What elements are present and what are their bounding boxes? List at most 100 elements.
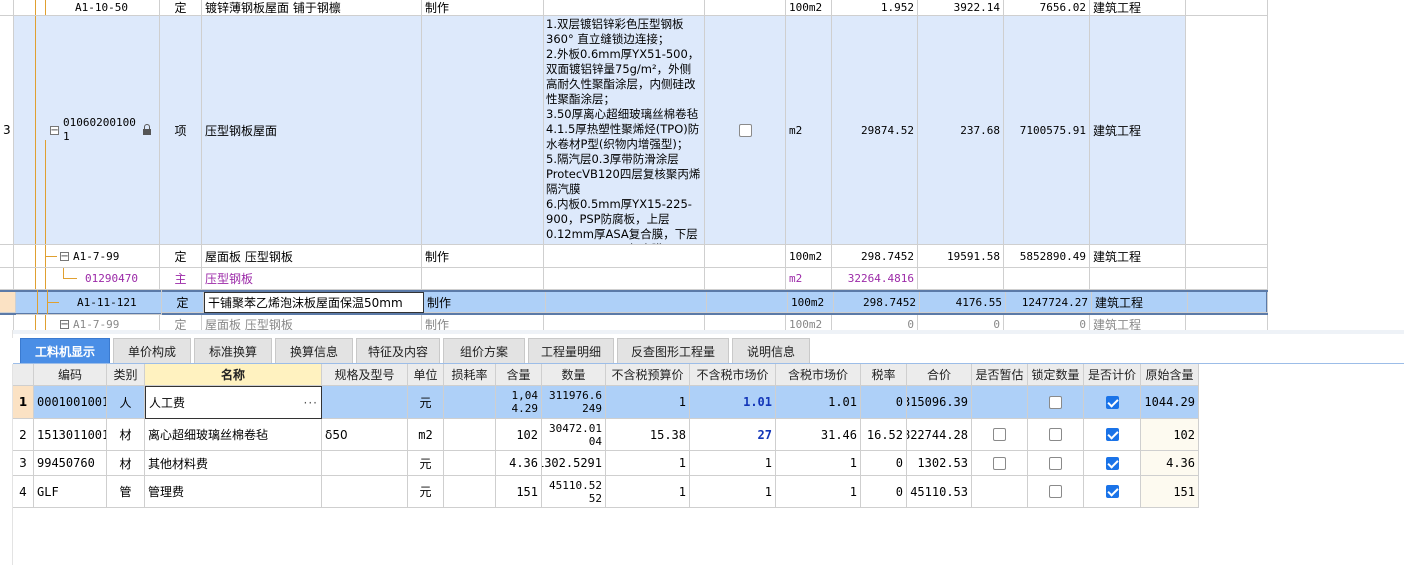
tab-standard-conversion[interactable]: 标准换算 — [194, 338, 272, 364]
tab-quantity-detail[interactable]: 工程量明细 — [528, 338, 614, 364]
feature-cell[interactable] — [422, 268, 544, 290]
spec-cell[interactable] — [322, 476, 408, 508]
spec-cell[interactable] — [322, 386, 408, 419]
name-edit-input[interactable]: 干铺聚苯乙烯泡沫板屋面保温50mm — [204, 292, 424, 313]
table-row-selected[interactable]: A1-11-121 定 干铺聚苯乙烯泡沫板屋面保温50mm 制作 100m2 2… — [0, 290, 1268, 315]
code-cell[interactable]: GLF — [34, 476, 107, 508]
header-market-price-tax[interactable]: 含税市场价 — [776, 364, 861, 386]
feature-cell[interactable]: 制作 — [422, 315, 544, 330]
loss-cell[interactable] — [444, 476, 496, 508]
tab-labor-material-machine[interactable]: 工料机显示 — [20, 338, 110, 364]
header-total[interactable]: 合价 — [907, 364, 972, 386]
qty-cell[interactable]: 29874.52 — [832, 16, 918, 245]
market-tax-cell[interactable]: 1 — [776, 451, 861, 476]
more-options-icon[interactable]: ··· — [304, 396, 318, 410]
qty-cell[interactable]: 1302.5291 — [542, 451, 606, 476]
code-cell[interactable]: − A1-7-99 — [14, 315, 160, 330]
lock-quantity-checkbox[interactable] — [1049, 395, 1062, 409]
content-cell[interactable]: 102 — [496, 419, 542, 451]
qty-cell[interactable]: 0 — [832, 315, 918, 330]
is-priced-checkbox[interactable] — [1105, 456, 1119, 470]
market-cell[interactable]: 1 — [690, 476, 776, 508]
name-cell[interactable]: 其他材料费 — [145, 451, 322, 476]
market-cell[interactable]: 27 — [690, 419, 776, 451]
tab-reverse-graphic-quantity[interactable]: 反查图形工程量 — [617, 338, 729, 364]
row-checkbox[interactable] — [738, 123, 752, 137]
header-type[interactable]: 类别 — [107, 364, 145, 386]
header-loss-rate[interactable]: 损耗率 — [444, 364, 496, 386]
table-row[interactable]: − A1-7-99 定 屋面板 压型钢板 制作 100m2 0 0 0 建筑工程 — [0, 315, 1268, 330]
market-tax-cell[interactable]: 1 — [776, 476, 861, 508]
market-tax-cell[interactable]: 31.46 — [776, 419, 861, 451]
table-row[interactable]: 3 − 01060200100 1 项 压型钢板屋面 1.双层镀铝锌彩色压型钢板… — [0, 16, 1268, 245]
name-edit-input[interactable]: 人工费 ··· — [145, 386, 322, 419]
qty-cell[interactable]: 32264.4816 — [832, 268, 918, 290]
tax-cell[interactable]: 16.52 — [861, 419, 907, 451]
header-quantity[interactable]: 数量 — [542, 364, 606, 386]
tab-notes[interactable]: 说明信息 — [732, 338, 810, 364]
feature-cell[interactable] — [422, 16, 544, 245]
name-cell[interactable]: 离心超细玻璃丝棉卷毡 — [145, 419, 322, 451]
header-market-price[interactable]: 不含税市场价 — [690, 364, 776, 386]
spec-cell[interactable] — [322, 451, 408, 476]
lock-quantity-checkbox[interactable] — [1049, 428, 1062, 441]
header-content[interactable]: 含量 — [496, 364, 542, 386]
desc-cell[interactable] — [544, 268, 705, 290]
header-budget-price[interactable]: 不含税预算价 — [606, 364, 690, 386]
is-estimate-checkbox[interactable] — [993, 428, 1006, 441]
market-tax-cell[interactable]: 1.01 — [776, 386, 861, 419]
lock-quantity-checkbox[interactable] — [1049, 456, 1062, 470]
collapse-icon[interactable]: − — [60, 251, 69, 261]
name-cell[interactable]: 屋面板 压型钢板 — [202, 245, 422, 268]
desc-cell[interactable] — [546, 292, 707, 313]
header-code[interactable]: 编码 — [34, 364, 107, 386]
lock-quantity-checkbox[interactable] — [1049, 485, 1062, 498]
code-cell[interactable]: A1-11-121 — [16, 290, 162, 315]
loss-cell[interactable] — [444, 451, 496, 476]
name-cell[interactable]: 压型钢板屋面 — [202, 16, 422, 245]
qty-cell[interactable]: 30472.0104 — [542, 419, 606, 451]
header-unit[interactable]: 单位 — [408, 364, 444, 386]
table-row[interactable]: − A1-7-99 定 屋面板 压型钢板 制作 100m2 298.7452 1… — [0, 245, 1268, 268]
header-lock-quantity[interactable]: 锁定数量 — [1028, 364, 1084, 386]
table-row[interactable]: 01290470 主 压型钢板 m2 32264.4816 — [0, 268, 1268, 290]
feature-cell[interactable]: 制作 — [422, 245, 544, 268]
table-row[interactable]: A1-10-50 定 镀锌薄钢板屋面 铺于钢檩 制作 100m2 1.952 3… — [0, 0, 1268, 16]
name-cell[interactable]: 压型钢板 — [202, 268, 422, 290]
is-priced-checkbox[interactable] — [1105, 428, 1119, 441]
spec-cell[interactable]: δ50 — [322, 419, 408, 451]
collapse-icon[interactable]: − — [50, 125, 59, 135]
is-priced-checkbox[interactable] — [1105, 395, 1119, 409]
content-cell[interactable]: 151 — [496, 476, 542, 508]
header-original-content[interactable]: 原始含量 — [1141, 364, 1199, 386]
content-cell[interactable]: 4.36 — [496, 451, 542, 476]
loss-cell[interactable] — [444, 386, 496, 419]
desc-cell[interactable] — [544, 0, 705, 16]
feature-cell[interactable]: 制作 — [422, 0, 544, 16]
collapse-icon[interactable]: − — [60, 320, 69, 330]
tax-cell[interactable]: 0 — [861, 451, 907, 476]
is-estimate-checkbox[interactable] — [993, 456, 1006, 470]
name-cell[interactable]: 镀锌薄钢板屋面 铺于钢檩 — [202, 0, 422, 16]
header-is-priced[interactable]: 是否计价 — [1084, 364, 1141, 386]
code-cell[interactable]: 0001001001 — [34, 386, 107, 419]
desc-cell[interactable]: 1.双层镀铝锌彩色压型钢板360° 直立缝锁边连接； 2.外板0.6mm厚YX5… — [544, 16, 705, 245]
header-name[interactable]: 名称 — [145, 364, 322, 386]
code-cell[interactable]: 1513011001 — [34, 419, 107, 451]
qty-cell[interactable]: 298.7452 — [832, 245, 918, 268]
loss-cell[interactable] — [444, 419, 496, 451]
panel-splitter[interactable] — [0, 330, 1404, 334]
tab-pricing-scheme[interactable]: 组价方案 — [443, 338, 525, 364]
code-cell[interactable]: A1-10-50 — [14, 0, 160, 16]
desc-cell[interactable] — [544, 245, 705, 268]
qty-cell[interactable]: 311976.6249 — [542, 386, 606, 419]
code-cell[interactable]: 01290470 — [14, 268, 160, 290]
desc-cell[interactable] — [544, 315, 705, 330]
content-cell[interactable]: 1,044.29 — [496, 386, 542, 419]
market-cell[interactable]: 1.01 — [690, 386, 776, 419]
tax-cell[interactable]: 0 — [861, 476, 907, 508]
tab-unit-price-composition[interactable]: 单价构成 — [113, 338, 191, 364]
header-tax-rate[interactable]: 税率 — [861, 364, 907, 386]
code-cell[interactable]: − A1-7-99 — [14, 245, 160, 268]
header-spec[interactable]: 规格及型号 — [322, 364, 408, 386]
